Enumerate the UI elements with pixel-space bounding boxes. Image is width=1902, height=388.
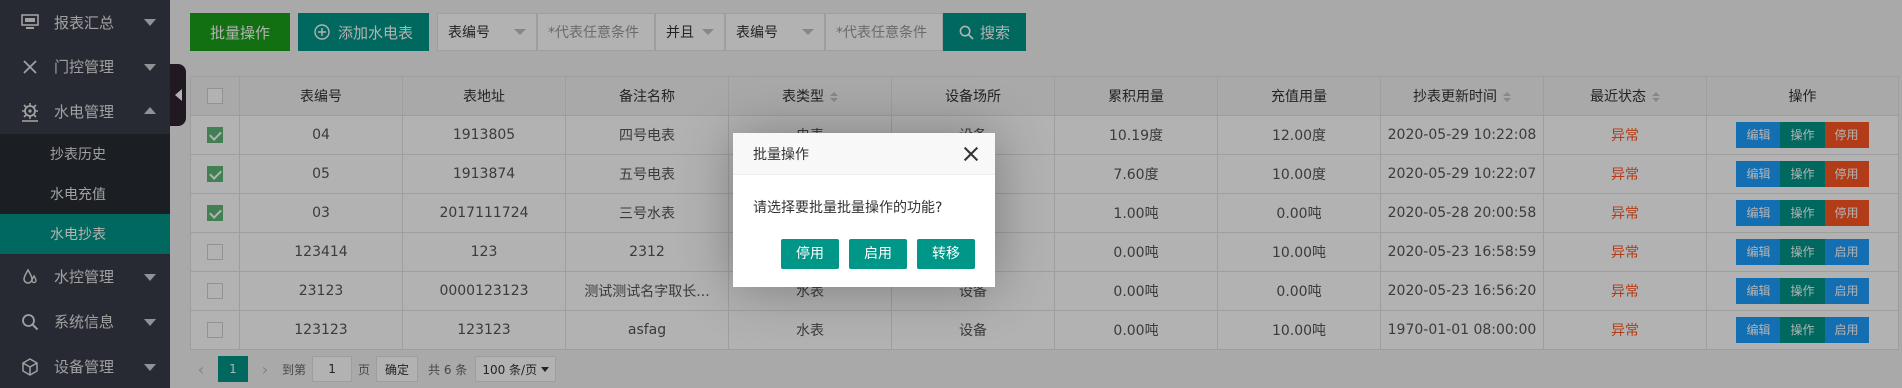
dialog-title: 批量操作 — [753, 146, 809, 163]
close-icon[interactable] — [963, 146, 979, 162]
dialog-message: 请选择要批量批量操作的功能? — [753, 200, 943, 216]
transfer-button[interactable]: 转移 — [917, 239, 975, 269]
dialog-footer: 停用 启用 转移 — [733, 239, 995, 269]
batch-operation-dialog: 批量操作 请选择要批量批量操作的功能? 停用 启用 转移 — [733, 133, 995, 287]
disable-button[interactable]: 停用 — [781, 239, 839, 269]
enable-button[interactable]: 启用 — [849, 239, 907, 269]
dialog-header: 批量操作 — [733, 133, 995, 175]
